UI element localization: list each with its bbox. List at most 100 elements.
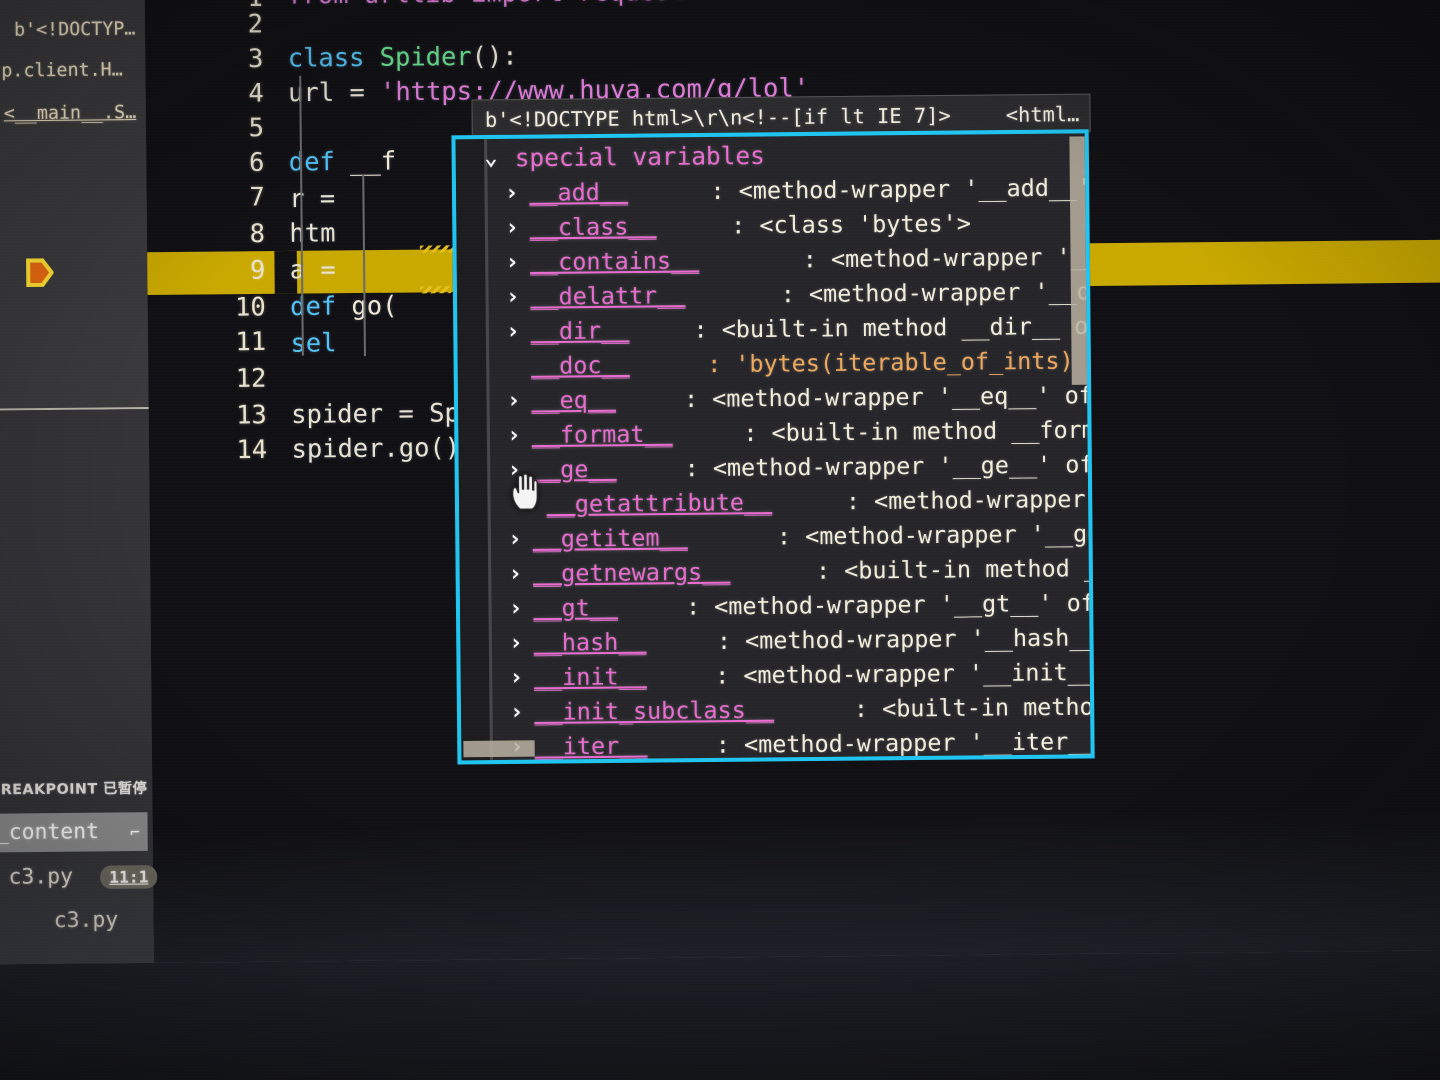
line-number: 6 — [248, 147, 265, 178]
variable-name: __init__ — [533, 663, 647, 692]
variable-value: : <method-wrapper '__ge — [845, 486, 1095, 516]
debug-current-line-arrow-icon — [25, 257, 54, 288]
variable-value: : <method-wrapper '__ge__' of byt — [684, 451, 1095, 483]
variable-name: __delattr__ — [530, 282, 686, 311]
breakpoint-file-row[interactable]: c3.py 11:1 — [8, 863, 158, 890]
variable-value: : <method-wrapper '__init__' of — [715, 659, 1095, 690]
breakpoint-caret-icon: ⌐ — [130, 822, 141, 842]
variable-name: __doc__ — [530, 352, 630, 380]
special-variables-label: special variables — [514, 141, 765, 173]
line-number: 14 — [236, 434, 268, 465]
debug-hover-title-trail: <html… — [1005, 101, 1080, 127]
variable-value: : <method-wrapper '__delattr — [780, 278, 1095, 309]
code-line[interactable]: sel — [290, 328, 336, 358]
breakpoint-file-row-2[interactable]: c3.py — [54, 907, 119, 932]
code-line[interactable]: r = — [289, 183, 335, 213]
variable-value: : <method-wrapper '__eq__' of byt — [683, 382, 1095, 414]
popup-horizontal-scrollbar[interactable] — [463, 740, 535, 758]
variable-row[interactable]: ›__iter__: <method-wrapper '__iter__' of — [461, 725, 1095, 765]
variable-name: __add__ — [529, 179, 629, 207]
code-token: request — [578, 0, 686, 7]
variable-value: : <built-in method __i — [853, 694, 1095, 723]
variable-name: __class__ — [529, 213, 657, 242]
code-token: r = — [289, 183, 336, 214]
code-token: class — [287, 42, 380, 73]
line-number: 5 — [248, 112, 265, 143]
variable-name: __ge__ — [531, 456, 617, 484]
variable-name: __init_subclass__ — [534, 697, 775, 727]
code-line[interactable]: def go( — [290, 291, 398, 322]
breakpoints-header: BREAKPOINT 已暂停 — [0, 780, 148, 799]
bottom-panel: 问题25 输出 调试控制台 终端 乱斗教父567-----11.4万 2: Py… — [0, 950, 1440, 1080]
chevron-right-icon: › — [505, 249, 520, 276]
code-token: Spider — [379, 41, 472, 72]
variable-name: __dir__ — [530, 317, 630, 346]
chevron-right-icon: › — [506, 318, 520, 345]
code-line[interactable]: htm — [289, 218, 335, 248]
code-token: url = — [287, 76, 381, 108]
chevron-right-icon: › — [508, 526, 522, 553]
variable-name: __format__ — [531, 421, 673, 450]
line-number: 12 — [235, 363, 267, 393]
variable-name: __getattribute__ — [546, 489, 773, 519]
code-line[interactable]: def __f — [289, 146, 397, 177]
line-number: 13 — [235, 399, 267, 430]
chevron-right-icon: › — [509, 699, 524, 726]
code-line[interactable]: spider = Sp — [291, 398, 460, 429]
breakpoint-file-name: c3.py — [8, 863, 74, 889]
code-token: (): — [471, 41, 518, 72]
line-number: 3 — [247, 43, 264, 74]
special-variables-header[interactable]: ⌄ special variables — [456, 135, 1095, 176]
line-number: 9 — [249, 255, 266, 285]
variable-row[interactable]: f: <__main__.S… — [0, 101, 137, 125]
chevron-right-icon: › — [508, 561, 523, 587]
breakpoint-position-badge: 11:1 — [99, 865, 158, 890]
line-number: 10 — [234, 291, 266, 322]
variable-value: : <method-wrapper '__gt__' of byt — [685, 590, 1095, 621]
debug-hover-title-text: b'<!DOCTYPE html>\r\n<!--[if lt IE 7]> — [484, 103, 951, 132]
code-line[interactable]: from urllib import request — [287, 0, 686, 10]
variable-value: : <method-wrapper '__getitem — [776, 520, 1095, 551]
code-token: urllib — [364, 0, 472, 9]
variable-row[interactable]: http.client.H… — [0, 59, 123, 82]
code-token: spider = Sp — [291, 397, 460, 430]
code-token: htm — [289, 217, 336, 248]
variable-value: : <method-wrapper '__iter__' of — [715, 728, 1095, 759]
chevron-right-icon: › — [506, 388, 521, 414]
debug-hover-popup-list[interactable]: ⌄ special variables › __add__ : <method-wr… — [455, 133, 1095, 761]
variable-value: : <built-in method __getn — [815, 555, 1095, 585]
variable-value: <__main__.S… — [3, 101, 137, 125]
variable-name: __hash__ — [533, 629, 647, 657]
variable-row[interactable]: ls: b'<!DOCTYP… — [0, 18, 135, 41]
variable-value: : <method-wrapper '__contai — [802, 243, 1095, 274]
code-token: def — [290, 291, 352, 322]
popup-vertical-scrollbar[interactable] — [1069, 136, 1091, 385]
error-squiggle — [420, 286, 451, 294]
chevron-right-icon: › — [509, 630, 523, 657]
expand-chevron-icon[interactable]: ▸ — [0, 911, 2, 932]
line-number: 7 — [249, 181, 265, 212]
variable-name: __iter__ — [534, 733, 648, 761]
variable-value: : <built-in method __format__ — [743, 416, 1095, 448]
chevron-right-icon: › — [505, 284, 520, 310]
variable-name: __eq__ — [531, 387, 617, 415]
code-token: def — [288, 146, 351, 177]
chevron-right-icon: › — [505, 215, 519, 241]
breakpoint-selected-text: _content — [0, 818, 100, 845]
line-number: 4 — [248, 78, 264, 108]
chevron-right-icon: › — [509, 665, 524, 691]
code-token: go( — [351, 290, 398, 321]
code-line[interactable]: class Spider(): — [288, 41, 518, 73]
variable-value: : <class 'bytes'> — [731, 210, 972, 240]
code-token: import — [471, 0, 579, 8]
variable-name: __getnewargs__ — [532, 559, 731, 588]
code-line-current[interactable]: a = — [290, 255, 336, 285]
variable-value: : <method-wrapper '__hash__' of — [716, 624, 1095, 656]
chevron-right-icon: › — [508, 595, 523, 622]
variable-value: : 'bytes(iterable_of_ints) -> by — [706, 347, 1095, 379]
debug-hover-popup[interactable]: ⌄ special variables › __add__ : <method-wr… — [451, 129, 1095, 765]
chevron-down-icon: ⌄ — [484, 145, 498, 171]
variable-value: : <built-in method __dir__ of by — [693, 313, 1094, 344]
code-line[interactable]: spider.go() — [291, 433, 460, 464]
chevron-right-icon: › — [504, 180, 519, 207]
